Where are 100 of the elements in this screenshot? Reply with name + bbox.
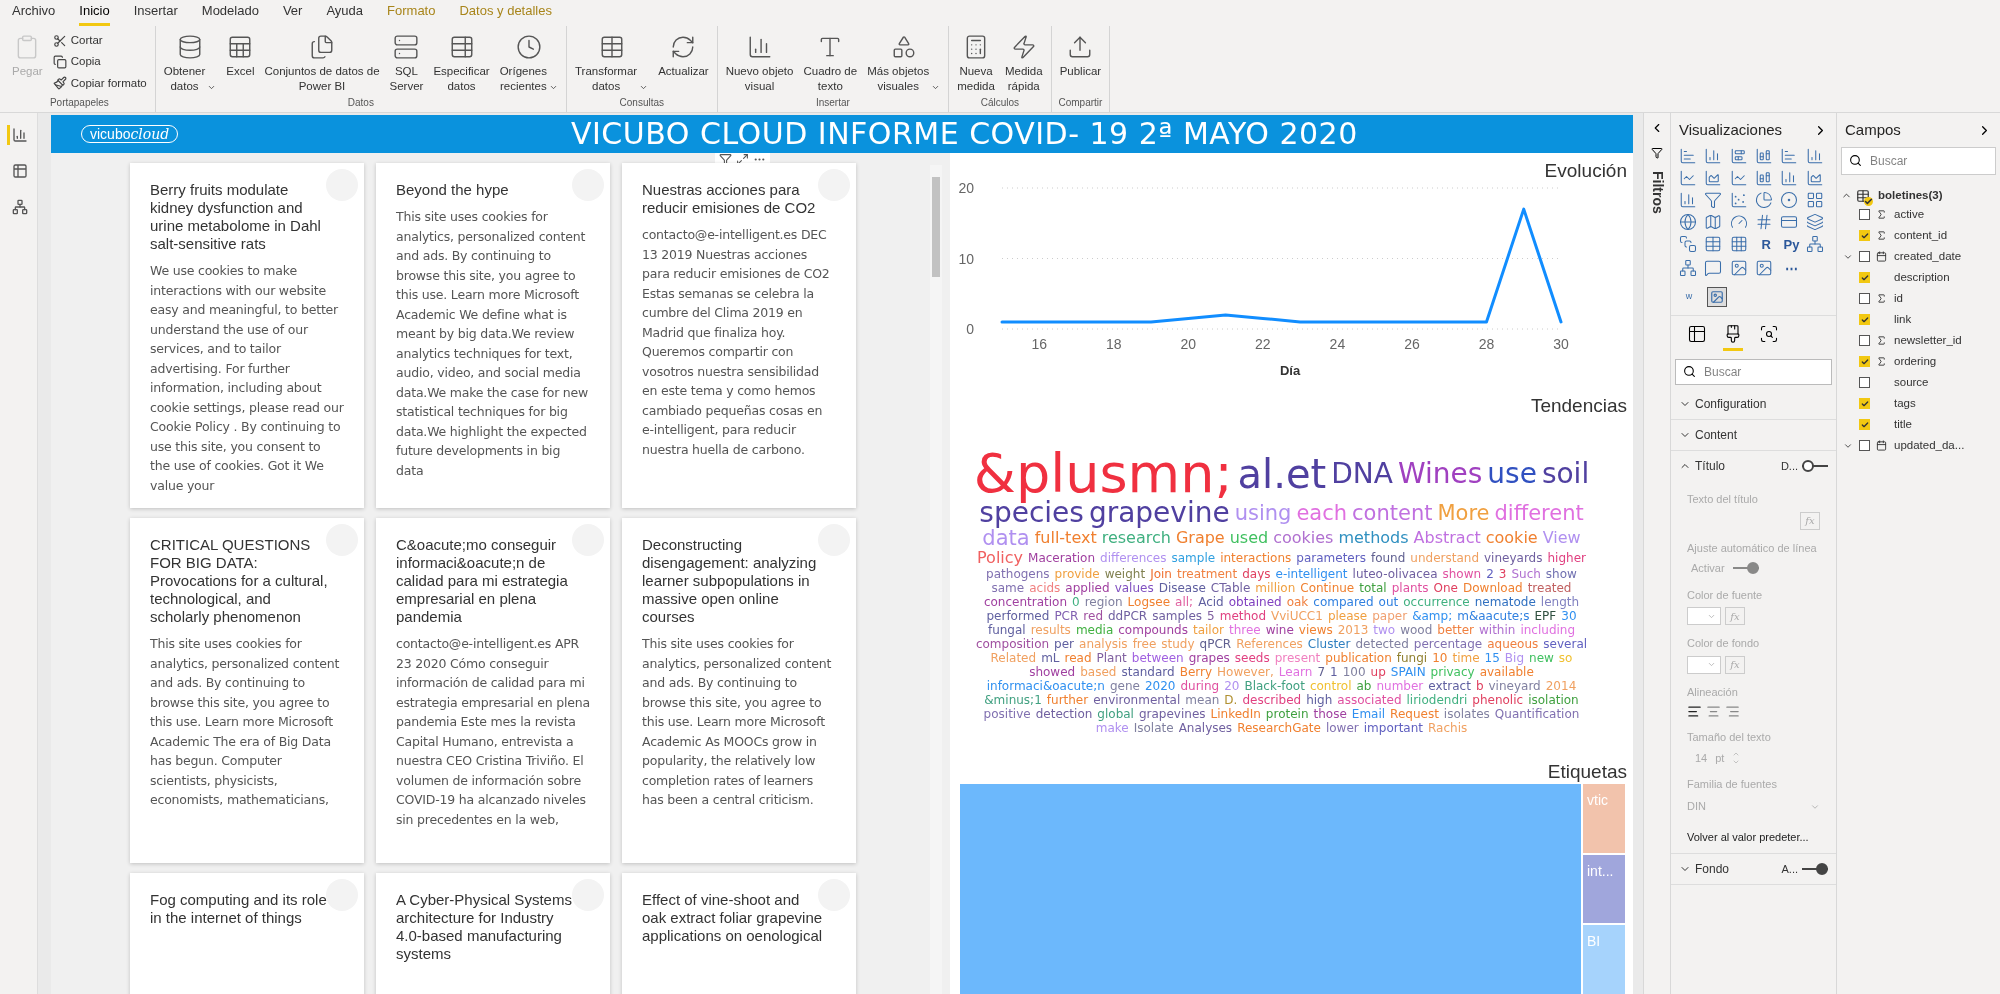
chart-type-icon[interactable] <box>1679 259 1697 277</box>
checkbox[interactable] <box>1859 272 1870 284</box>
ribbon-tab[interactable]: Modelado <box>201 0 259 26</box>
chart-type-icon[interactable] <box>1755 147 1773 165</box>
chart-type-icon[interactable] <box>1780 147 1799 165</box>
ribbon-button[interactable]: Excel <box>222 30 259 79</box>
ribbon-button[interactable]: Más objetos visuales <box>863 30 945 94</box>
ribbon-button[interactable]: Nuevo objeto visual <box>721 30 798 94</box>
visual-type-button[interactable]: ⋯ <box>1780 259 1803 279</box>
chart-type-icon[interactable] <box>1679 147 1697 165</box>
checkbox[interactable] <box>1859 230 1870 242</box>
ribbon-button[interactable]: Especificar datos <box>429 30 494 94</box>
chart-type-icon[interactable] <box>1780 213 1799 231</box>
chart-type-icon[interactable] <box>1704 213 1723 231</box>
chart-type-icon[interactable] <box>1704 169 1723 187</box>
cloud-word: Related <box>990 651 1037 665</box>
pane-tab[interactable] <box>1723 324 1743 351</box>
field-row[interactable]: updated_da... <box>1837 435 2000 457</box>
field-row[interactable]: ordering <box>1837 351 2000 373</box>
checkbox[interactable] <box>1859 251 1870 263</box>
toggle-switch[interactable] <box>1802 863 1828 875</box>
checkbox[interactable] <box>1859 398 1870 410</box>
field-row[interactable]: content_id <box>1837 225 2000 247</box>
card-text: This site uses cookies for analytics, personalized content and ads. By continuing to browse this site, you agree to this use. Learn more Microsoft Academic The era of Big Data has begun. Computer scientists, physicists, economists, mathematicians, <box>150 635 341 809</box>
chart-type-icon[interactable] <box>1755 191 1773 209</box>
chart-type-icon[interactable] <box>1729 191 1748 209</box>
ribbon-tab[interactable]: Inicio <box>79 0 110 26</box>
ribbon-button[interactable]: Copia <box>48 51 151 73</box>
cloud-word: available <box>1479 665 1534 679</box>
ribbon-button[interactable]: Nueva medida <box>953 30 999 94</box>
chart-type-icon[interactable] <box>1805 213 1824 231</box>
filter-icon[interactable] <box>1651 147 1663 159</box>
table-row[interactable]: boletines(3) <box>1837 187 1947 205</box>
search-field[interactable]: Buscar <box>1841 147 1996 175</box>
ribbon-tab[interactable]: Ayuda <box>326 0 364 26</box>
chart-type-icon[interactable] <box>1704 147 1723 165</box>
field-row[interactable]: source <box>1837 372 2000 394</box>
checkbox[interactable] <box>1859 314 1870 326</box>
field-row[interactable]: title <box>1837 414 2000 436</box>
field-row[interactable]: link <box>1837 309 2000 331</box>
filter-icon[interactable] <box>719 153 732 166</box>
chart-type-icon[interactable] <box>1805 147 1824 165</box>
checkbox[interactable] <box>1859 293 1870 305</box>
section-header[interactable]: Fondo A... <box>1671 854 1836 884</box>
filters-pane-label[interactable]: Filtros <box>1646 171 1668 214</box>
chart-type-icon[interactable] <box>1704 191 1723 209</box>
field-row[interactable]: id <box>1837 288 2000 310</box>
chart-type-icon[interactable] <box>1805 169 1824 187</box>
field-row[interactable]: description <box>1837 267 2000 289</box>
chart-type-icon[interactable] <box>1755 259 1773 277</box>
chart-type-icon[interactable] <box>1780 169 1799 187</box>
chart-type-icon[interactable] <box>1729 147 1748 165</box>
chart-type-icon[interactable] <box>1780 191 1799 209</box>
scrollbar[interactable] <box>930 165 942 994</box>
checkbox[interactable] <box>1859 209 1870 221</box>
checkbox[interactable] <box>1859 377 1870 389</box>
checkbox[interactable] <box>1859 419 1870 431</box>
chart-type-icon[interactable] <box>1729 259 1748 277</box>
cloud-word: m&aacute;s <box>1457 609 1530 623</box>
chart-type-icon[interactable] <box>1704 259 1723 277</box>
visual-type-button[interactable]: Py <box>1780 235 1803 255</box>
chart-type-icon[interactable] <box>1679 191 1697 209</box>
chart-type-icon[interactable] <box>1729 169 1748 187</box>
checkbox[interactable] <box>1859 440 1870 452</box>
custom-visual-button[interactable]: w <box>1679 287 1699 307</box>
chart-type-icon[interactable] <box>1805 191 1824 209</box>
ribbon-tab[interactable]: Ver <box>282 0 303 26</box>
ribbon-button[interactable]: Conjuntos de datos de Power BI <box>260 30 384 94</box>
chart-type-icon[interactable] <box>1755 213 1773 231</box>
ribbon-button[interactable]: Cortar <box>48 30 151 52</box>
checkbox[interactable] <box>1859 335 1870 347</box>
ribbon-button[interactable]: Orígenes recientes <box>495 30 562 94</box>
chart-type-icon[interactable] <box>1729 213 1748 231</box>
ribbon-button[interactable]: Publicar <box>1055 30 1106 79</box>
field-row[interactable]: newsletter_id <box>1837 330 2000 352</box>
chart-type-icon[interactable] <box>1704 235 1723 253</box>
checkbox[interactable] <box>1859 356 1870 368</box>
field-row[interactable]: created_date <box>1837 246 2000 268</box>
ribbon-button[interactable]: Obtener datos <box>159 30 221 94</box>
field-row[interactable]: active <box>1837 204 2000 226</box>
section-header[interactable]: Configuration <box>1671 389 1836 419</box>
ribbon-button[interactable]: Copiar formato <box>48 72 151 94</box>
search-field[interactable]: Buscar <box>1675 359 1832 385</box>
ribbon-tab[interactable]: Archivo <box>12 0 56 26</box>
chart-type-icon[interactable] <box>1755 169 1773 187</box>
ribbon-button[interactable]: Actualizar <box>654 30 713 79</box>
custom-visual-button[interactable] <box>1707 287 1727 307</box>
chart-type-icon[interactable] <box>1805 235 1824 253</box>
ribbon-tab[interactable]: Insertar <box>133 0 178 26</box>
visual-type-button[interactable]: R <box>1755 235 1778 255</box>
ribbon-button[interactable]: Medida rápida <box>1000 30 1047 94</box>
chart-type-icon[interactable] <box>1679 213 1697 231</box>
field-row[interactable]: tags <box>1837 393 2000 415</box>
section-header[interactable]: Content <box>1671 420 1836 450</box>
chart-type-icon[interactable] <box>1729 235 1748 253</box>
ribbon-button[interactable]: Cuadro de texto <box>799 30 862 94</box>
chart-type-icon[interactable] <box>1679 235 1697 253</box>
ribbon-button[interactable]: SQL Server <box>385 30 428 94</box>
chart-type-icon[interactable] <box>1679 169 1697 187</box>
ribbon-button[interactable]: Transformar datos <box>570 30 653 94</box>
